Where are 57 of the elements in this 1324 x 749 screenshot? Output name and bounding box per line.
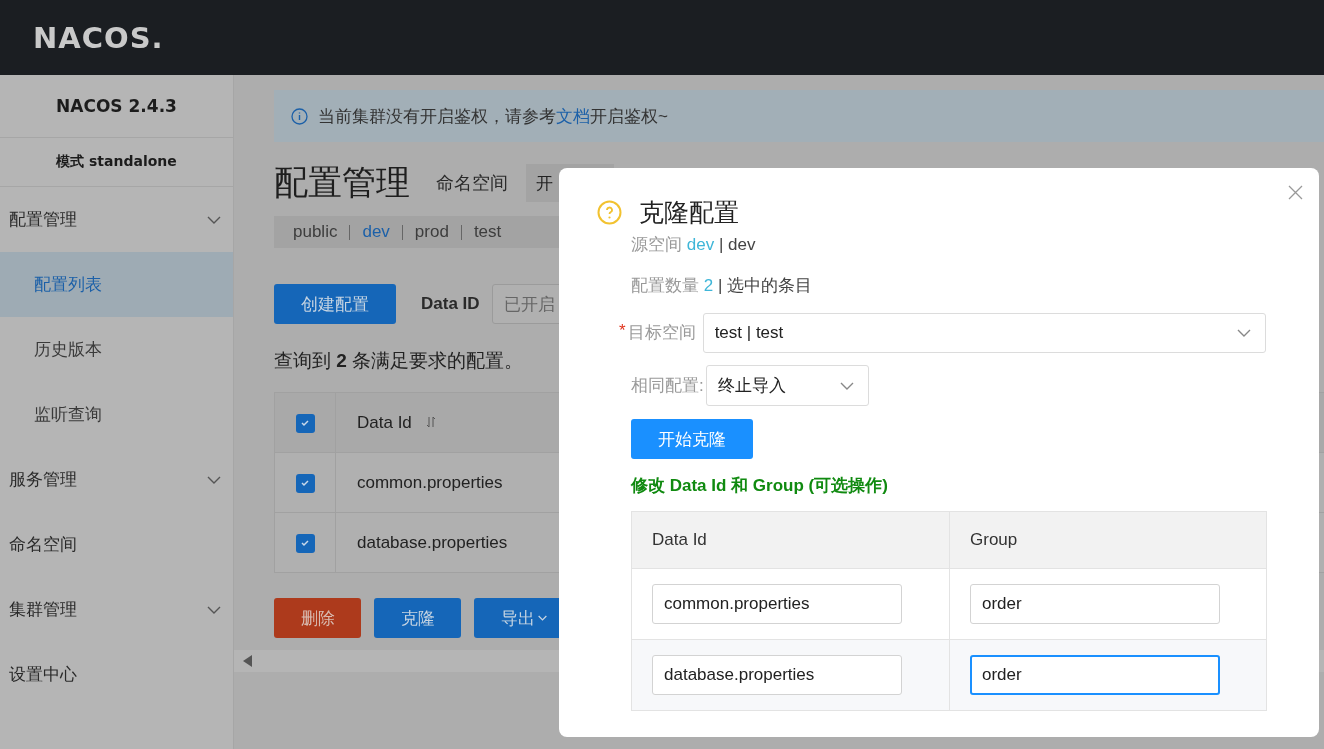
namespace-tab[interactable]: test [473,222,502,242]
notice-text: 当前集群没有开启鉴权，请参考文档开启鉴权~ [318,105,668,128]
chevron-down-icon [207,605,221,614]
column-header: Data Id [357,412,412,432]
page-title: 配置管理 [274,162,410,203]
submenu-item[interactable]: 历史版本 [0,317,233,382]
submenu-item[interactable]: 监听查询 [0,382,233,447]
chevron-down-icon [1236,329,1251,337]
chevron-down-icon [207,215,221,224]
conflict-policy-select[interactable]: 终止导入 [705,365,869,406]
menu-group[interactable]: 集群管理 [0,577,233,642]
menu-group[interactable]: 服务管理 [0,447,233,512]
required-mark: * [619,321,626,342]
check-icon [299,477,311,489]
chevron-down-icon [207,475,221,484]
menu-item[interactable]: 设置中心 [0,642,233,707]
version-label: NACOS 2.4.3 [0,75,233,138]
clone-button[interactable]: 克隆 [374,598,461,638]
table-cell: database.properties [357,532,508,552]
edit-hint: 修改 Data Id 和 Group (可选操作) [631,475,889,497]
column-header: Group [970,530,1018,549]
namespace-tab[interactable]: public [293,222,338,242]
close-icon[interactable] [1288,185,1303,200]
chevron-down-icon [839,381,854,390]
start-clone-button[interactable]: 开始克隆 [631,419,753,459]
target-namespace-label: 目标空间 [627,322,696,344]
check-icon [299,417,311,429]
config-count-text: 配置数量 2 | 选中的条目 [631,275,814,297]
info-icon [291,107,308,125]
result-summary: 查询到 2 条满足要求的配置。 [274,349,525,373]
scroll-left-icon[interactable] [243,655,252,667]
dialog-title: 克隆配置 [639,197,739,228]
conflict-policy-label: 相同配置: [631,375,704,397]
mode-label: 模式 standalone [0,138,233,187]
create-button[interactable]: 创建配置 [274,284,396,324]
group-field[interactable]: order [970,655,1220,695]
group-field[interactable]: order [970,584,1220,624]
table-cell: common.properties [357,472,503,492]
filter-label: Data ID [421,294,480,314]
checkbox[interactable] [295,473,315,493]
delete-button[interactable]: 删除 [274,598,361,638]
menu-group[interactable]: 配置管理 [0,187,233,252]
data-id-field[interactable]: database.properties [652,655,902,695]
source-namespace-text: 源空间 dev | dev [631,234,757,256]
target-namespace-select[interactable]: test | test [702,313,1266,353]
column-header: Data Id [652,530,707,549]
help-icon [597,200,622,225]
checkbox[interactable] [295,413,315,433]
menu-item[interactable]: 命名空间 [0,512,233,577]
caret-icon [538,615,547,621]
nacos-logo: NACOS. [33,20,164,55]
check-icon [299,537,311,549]
checkbox[interactable] [295,533,315,553]
data-id-field[interactable]: common.properties [652,584,902,624]
namespace-label: 命名空间 [436,172,508,195]
namespace-tab[interactable]: prod [414,222,449,242]
docs-link[interactable]: 文档 [556,106,590,126]
